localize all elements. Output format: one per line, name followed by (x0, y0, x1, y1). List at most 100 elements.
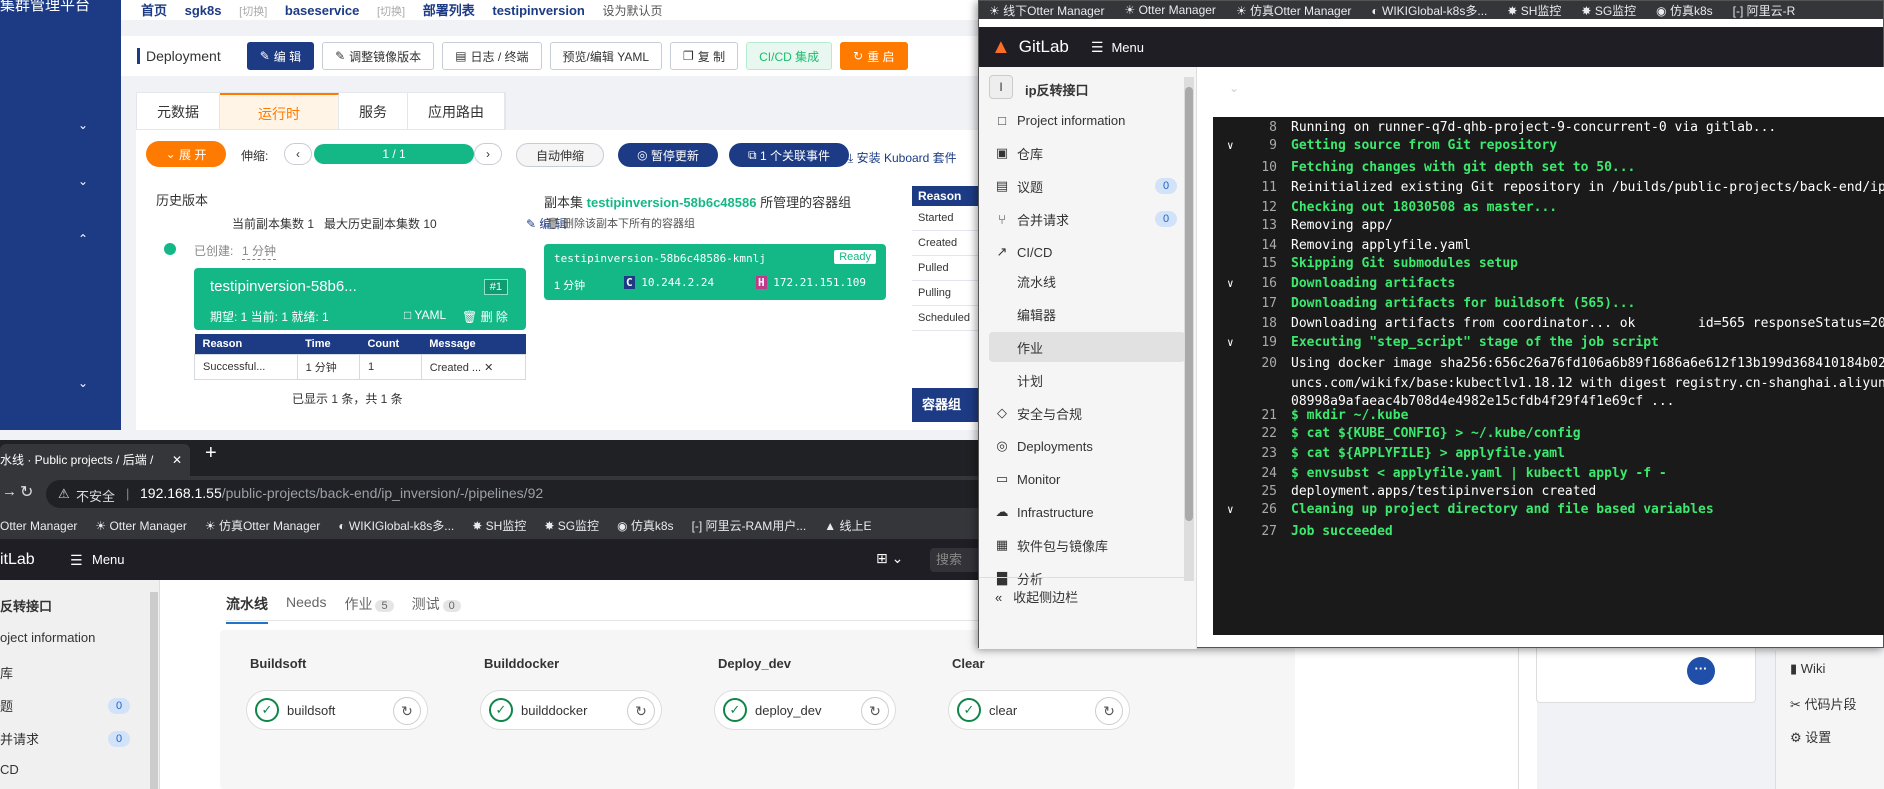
replicaset-card[interactable]: testipinversion-58b6... #1 期望: 1 当前: 1 就… (194, 268, 526, 330)
retry-icon[interactable]: ↻ (1095, 697, 1123, 725)
copy-button[interactable]: ❐ 复 制 (670, 42, 739, 70)
bookmark[interactable]: ◉ 仿真k8s (617, 517, 674, 534)
forward-icon[interactable]: → (2, 483, 17, 500)
bookmark[interactable]: ✸ SH监控 (1507, 2, 1561, 19)
chevron-down-icon[interactable]: ∨ (1227, 135, 1234, 157)
new-tab-icon[interactable]: + (205, 442, 217, 465)
install-kuboard-link[interactable]: ⤓ 安装 Kuboard 套件 (848, 149, 957, 166)
crumb-deployments[interactable]: 部署列表 (423, 3, 475, 18)
sidebar-item[interactable]: ▭ Monitor (989, 464, 1185, 494)
chevron-up-icon[interactable]: ⌃ (78, 232, 94, 248)
sidebar-item[interactable]: 计划 (989, 365, 1185, 395)
bookmark[interactable]: ✸ SG监控 (544, 517, 599, 534)
gitlab-brand[interactable]: GitLab (1019, 37, 1069, 57)
chevron-down-icon[interactable]: ∨ (1227, 499, 1234, 521)
scale-decrease-button[interactable]: ‹ (284, 143, 312, 165)
sidebar-item-project-info[interactable]: oject information (0, 630, 95, 645)
crumb-switch[interactable]: [切换] (239, 6, 267, 18)
crumb-cluster[interactable]: sgk8s (185, 3, 222, 18)
close-icon[interactable]: ✕ (172, 444, 182, 476)
scrollbar[interactable] (150, 592, 158, 789)
right-nav-wiki[interactable]: ▮ Wiki (1790, 661, 1825, 677)
chevron-down-icon[interactable]: ∨ (1227, 273, 1234, 295)
adjust-image-button[interactable]: ✎ 调整镜像版本 (322, 42, 435, 70)
sidebar-item[interactable]: ◎ Deployments (989, 431, 1185, 461)
sidebar-item-cicd[interactable]: CD (0, 762, 19, 777)
chevron-down-icon[interactable]: ∨ (1227, 332, 1234, 354)
sidebar-item[interactable]: ▤ 议题 0 (989, 171, 1185, 201)
sidebar-item[interactable]: □ Project information (989, 105, 1185, 135)
sidebar-item-mr[interactable]: 并请求 (0, 729, 39, 748)
right-nav-settings[interactable]: ⚙ 设置 (1790, 727, 1831, 746)
reload-icon[interactable]: ↻ (20, 482, 33, 502)
hamburger-icon[interactable]: ☰ (1091, 39, 1104, 56)
sidebar-item[interactable]: 流水线 (989, 266, 1185, 296)
scale-increase-button[interactable]: › (474, 143, 502, 165)
right-nav-snippets[interactable]: ✂ 代码片段 (1790, 694, 1857, 713)
logs-terminal-button[interactable]: ▤ 日志 / 终端 (442, 42, 542, 70)
edit-button[interactable]: ✎ 编 辑 (246, 42, 315, 70)
bookmark[interactable]: [-] 阿里云-RAM用户... (692, 517, 807, 534)
chevron-down-icon[interactable]: ⌄ (78, 118, 94, 134)
more-icon[interactable]: ··· (1687, 657, 1715, 685)
hamburger-icon[interactable]: ☰ (70, 552, 83, 569)
job-deploy-dev[interactable]: ✓ deploy_dev ↻ (714, 690, 896, 730)
sidebar-item-repo[interactable]: 库 (0, 663, 13, 682)
gitlab-brand[interactable]: itLab (0, 551, 35, 569)
set-default-link[interactable]: 设为默认页 (602, 4, 662, 18)
bookmark[interactable]: ▲ 线上E (824, 517, 871, 534)
bookmark[interactable]: Otter Manager (0, 519, 77, 533)
job-builddocker[interactable]: ✓ builddocker ↻ (480, 690, 662, 730)
plus-square-icon[interactable]: ⊞ ⌄ (876, 550, 903, 567)
menu-button[interactable]: Menu (1111, 40, 1144, 55)
pod-card[interactable]: testipinversion-58b6c48586-kmnlj Ready 1… (544, 244, 886, 300)
sidebar-item[interactable]: ▣ 仓库 (989, 138, 1185, 168)
crumb-switch[interactable]: [切换] (377, 6, 405, 18)
job-clear[interactable]: ✓ clear ↻ (948, 690, 1130, 730)
retry-icon[interactable]: ↻ (861, 697, 889, 725)
cicd-button[interactable]: CI/CD 集成 (746, 42, 833, 70)
pause-update-button[interactable]: ◎ 暂停更新 (618, 143, 718, 167)
bookmark[interactable]: ✸ SG监控 (1581, 2, 1636, 19)
collapse-sidebar-button[interactable]: « 收起侧边栏 (995, 587, 1078, 606)
events-button[interactable]: ⧉ 1 个关联事件 (729, 143, 849, 167)
sidebar-item[interactable]: 作业 (989, 332, 1185, 362)
retry-icon[interactable]: ↻ (627, 697, 655, 725)
sidebar-item[interactable]: ▦ 软件包与镜像库 (989, 530, 1185, 560)
replicaset-yaml-link[interactable]: □ YAML (404, 308, 446, 322)
bookmark[interactable]: ☀ Otter Manager (1124, 3, 1215, 17)
project-name[interactable]: 反转接口 (0, 596, 52, 615)
chevron-down-icon[interactable]: ⌄ (1229, 81, 1239, 95)
bookmark[interactable]: ✸ SH监控 (472, 517, 526, 534)
sidebar-item[interactable]: 编辑器 (989, 299, 1185, 329)
chevron-down-icon[interactable]: ⌄ (78, 376, 94, 392)
crumb-home[interactable]: 首页 (141, 3, 167, 18)
replicaset-delete-link[interactable]: 🗑 删 除 (462, 308, 508, 325)
expand-button[interactable]: ⌄ 展 开 (146, 141, 226, 167)
tab-service[interactable]: 服务 (339, 93, 408, 129)
menu-button[interactable]: Menu (92, 552, 125, 567)
sidebar-item[interactable]: ◇ 安全与合规 (989, 398, 1185, 428)
bookmark[interactable]: ☀ 仿真Otter Manager (205, 517, 320, 534)
chevron-down-icon[interactable]: ⌄ (78, 174, 94, 190)
tab-runtime[interactable]: 运行时 (220, 93, 339, 129)
job-buildsoft[interactable]: ✓ buildsoft ↻ (246, 690, 428, 730)
bookmark[interactable]: ◐ WIKIGlobal-k8s多... (338, 517, 454, 534)
browser-tab[interactable]: 水线 · Public projects / 后端 / ✕ (0, 444, 190, 476)
scrollbar[interactable] (1184, 77, 1194, 581)
tab-metadata[interactable]: 元数据 (137, 93, 220, 129)
bookmark[interactable]: ☀ 线下Otter Manager (989, 2, 1104, 19)
retry-icon[interactable]: ↻ (393, 697, 421, 725)
tab-ingress[interactable]: 应用路由 (408, 93, 505, 129)
crumb-namespace[interactable]: baseservice (285, 3, 359, 18)
bookmark[interactable]: ◉ 仿真k8s (1656, 2, 1713, 19)
bookmark[interactable]: ☀ 仿真Otter Manager (1236, 2, 1351, 19)
bookmark[interactable]: [-] 阿里云-R (1733, 2, 1796, 19)
restart-button[interactable]: ↻ 重 启 (840, 42, 908, 70)
delete-pods-link[interactable]: 🗑 删除该副本下所有的容器组 (546, 215, 695, 231)
bookmark[interactable]: ☀ Otter Manager (95, 519, 186, 533)
sidebar-item[interactable]: ↗ CI/CD (989, 237, 1185, 267)
sidebar-item-issues[interactable]: 题 (0, 696, 13, 715)
project-name[interactable]: ip反转接口 (1025, 80, 1089, 99)
sidebar-item[interactable]: ⑂ 合并请求 0 (989, 204, 1185, 234)
